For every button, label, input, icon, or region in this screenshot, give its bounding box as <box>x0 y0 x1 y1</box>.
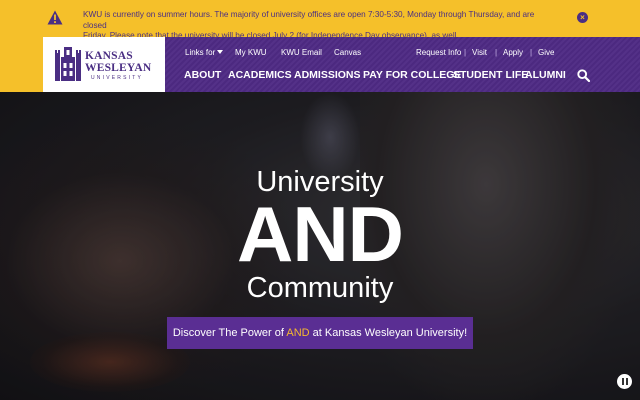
my-kwu-link[interactable]: My KWU <box>235 48 267 57</box>
close-icon[interactable]: × <box>577 12 588 23</box>
request-info-link[interactable]: Request Info <box>416 48 461 57</box>
nav-pay-for-college[interactable]: PAY FOR COLLEGE <box>363 69 461 81</box>
castle-logo-icon <box>55 47 81 81</box>
links-for-dropdown[interactable]: Links for <box>185 48 224 57</box>
nav-separator: | <box>464 48 467 57</box>
links-for-label: Links for <box>185 48 216 57</box>
alert-message-line1: KWU is currently on summer hours. The ma… <box>83 10 535 30</box>
pause-icon <box>625 378 628 385</box>
warning-icon <box>47 10 63 25</box>
site-logo[interactable]: KANSAS WESLEYAN UNIVERSITY <box>43 37 165 92</box>
hero-heading-and: AND <box>237 190 404 278</box>
header-gold-strip <box>0 37 43 92</box>
apply-link[interactable]: Apply <box>503 48 523 57</box>
pause-video-button[interactable] <box>617 374 632 389</box>
cta-text-after: at Kansas Wesleyan University! <box>309 327 468 339</box>
caret-down-icon <box>217 50 224 54</box>
nav-about[interactable]: ABOUT <box>184 69 221 81</box>
nav-academics[interactable]: ACADEMICS <box>228 69 292 81</box>
nav-alumni[interactable]: ALUMNI <box>525 69 566 81</box>
logo-text-university: UNIVERSITY <box>91 75 144 81</box>
kwu-email-link[interactable]: KWU Email <box>281 48 322 57</box>
hero-section: University AND Community Discover The Po… <box>0 92 640 400</box>
nav-student-life[interactable]: STUDENT LIFE <box>453 69 528 81</box>
hero-cta-button[interactable]: Discover The Power of AND at Kansas Wesl… <box>167 317 473 349</box>
visit-link[interactable]: Visit <box>472 48 487 57</box>
hero-heading-community: Community <box>246 272 394 304</box>
cta-text-before: Discover The Power of <box>172 327 287 339</box>
pause-icon <box>622 378 624 385</box>
canvas-link[interactable]: Canvas <box>334 48 361 57</box>
give-link[interactable]: Give <box>538 48 554 57</box>
nav-admissions[interactable]: ADMISSIONS <box>294 69 361 81</box>
logo-text-wesleyan: WESLEYAN <box>85 62 152 74</box>
nav-separator: | <box>495 48 498 57</box>
alert-banner: KWU is currently on summer hours. The ma… <box>0 0 640 40</box>
cta-text-accent: AND <box>286 327 310 339</box>
search-icon[interactable] <box>577 69 590 82</box>
logo-text-kansas: KANSAS <box>85 50 133 62</box>
nav-separator: | <box>530 48 533 57</box>
